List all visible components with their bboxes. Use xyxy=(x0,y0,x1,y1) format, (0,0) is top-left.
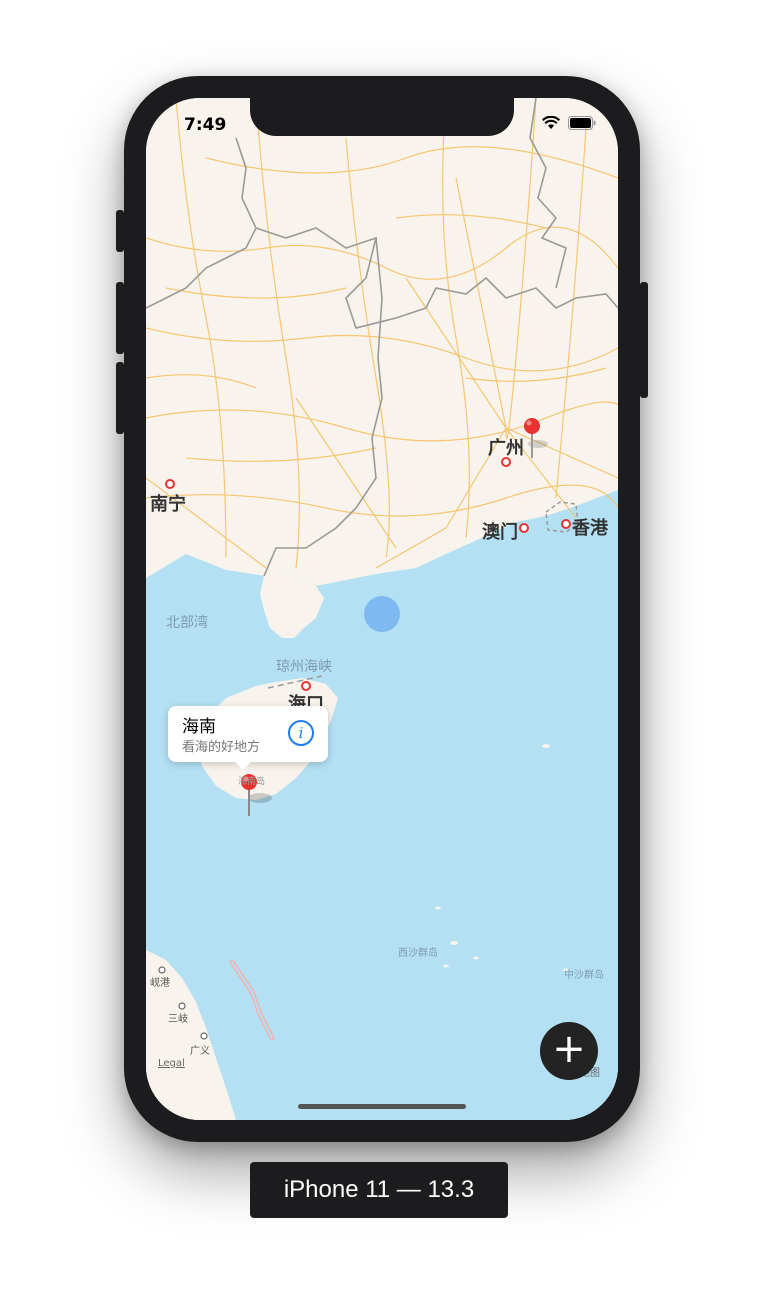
screen: 7:49 广州 南宁 澳门 香港 海口 北部湾 琼州海峡 西沙群岛 中沙群岛 海… xyxy=(146,98,618,1120)
device-frame: 7:49 广州 南宁 澳门 香港 海口 北部湾 琼州海峡 西沙群岛 中沙群岛 海… xyxy=(116,76,648,1142)
user-location-dot xyxy=(364,596,400,632)
power-button xyxy=(640,282,648,398)
legal-link[interactable]: Legal xyxy=(158,1058,185,1069)
city-label-macau: 澳门 xyxy=(482,522,518,543)
home-indicator[interactable] xyxy=(298,1104,466,1109)
sea-label-xisha: 西沙群岛 xyxy=(398,948,438,959)
place-label-guangyi: 广义 xyxy=(190,1046,210,1057)
island-label-hainan: 海南岛 xyxy=(238,777,266,787)
sea-label-qiongzhou: 琼州海峡 xyxy=(276,659,332,675)
sea-label-beibu: 北部湾 xyxy=(166,615,208,631)
map-view[interactable] xyxy=(146,98,618,1120)
callout-title: 海南 xyxy=(182,717,216,737)
wifi-icon xyxy=(542,116,560,129)
annotation-callout[interactable]: 海南 看海的好地方 i xyxy=(168,706,328,770)
sea-label-zhongsha: 中沙群岛 xyxy=(564,970,604,981)
notch xyxy=(250,98,514,136)
place-label-sanqi: 三岐 xyxy=(168,1014,188,1025)
device-label: iPhone 11 — 13.3 xyxy=(250,1162,508,1218)
status-time: 7:49 xyxy=(184,115,227,135)
place-label-xianggang: 岘港 xyxy=(150,978,170,989)
city-label-guangzhou: 广州 xyxy=(488,438,524,459)
add-button[interactable]: + xyxy=(540,1022,598,1080)
city-label-hongkong: 香港 xyxy=(572,518,608,539)
callout-subtitle: 看海的好地方 xyxy=(182,740,261,755)
info-icon[interactable]: i xyxy=(288,720,314,746)
volume-down-button xyxy=(116,362,124,434)
volume-up-button xyxy=(116,282,124,354)
battery-icon xyxy=(568,116,596,130)
status-icons xyxy=(542,116,596,130)
city-label-nanning: 南宁 xyxy=(150,494,186,515)
mute-switch xyxy=(116,210,124,252)
